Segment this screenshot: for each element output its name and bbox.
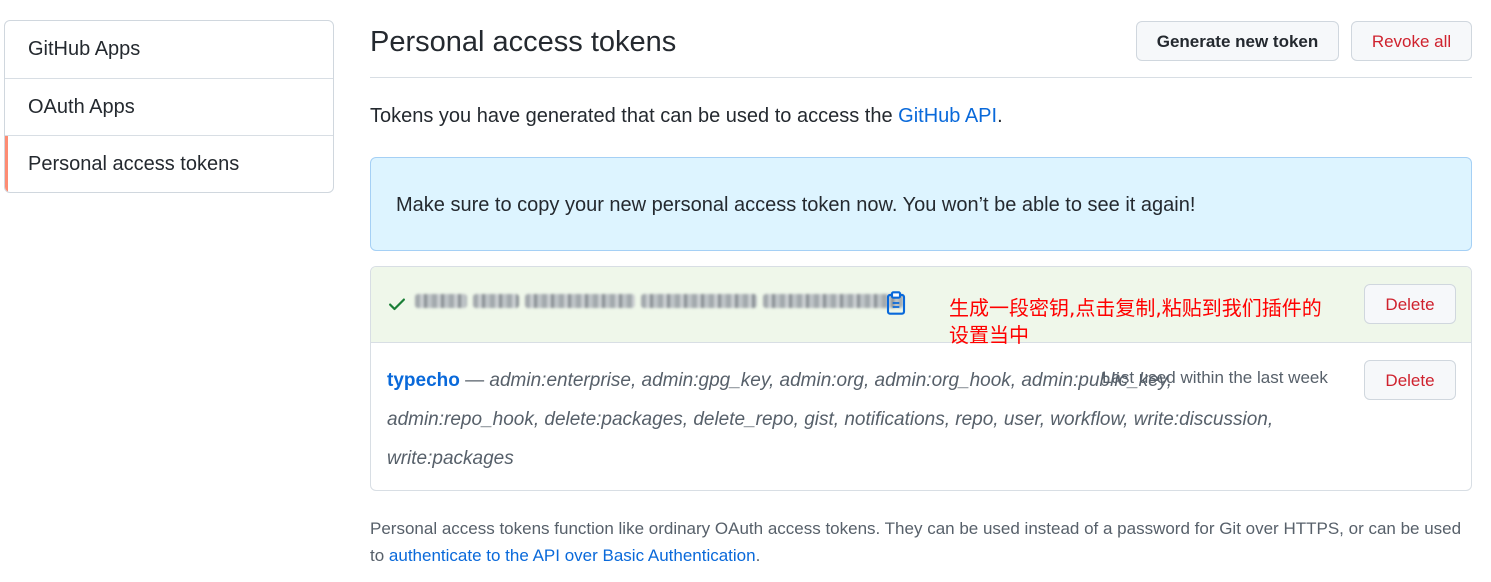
revoke-all-button[interactable]: Revoke all [1351, 21, 1472, 61]
token-separator: — [459, 370, 490, 391]
sidebar-item-label: GitHub Apps [28, 38, 141, 60]
main-content: Personal access tokens Generate new toke… [370, 0, 1472, 565]
token-value-blurred [415, 294, 903, 308]
red-annotation: 生成一段密钥,点击复制,粘贴到我们插件的 设置当中 [949, 295, 1369, 349]
copy-token-notice: Make sure to copy your new personal acce… [370, 157, 1472, 251]
page-title: Personal access tokens [370, 26, 677, 58]
page: GitHub Apps OAuth Apps Personal access t… [0, 0, 1491, 582]
sidebar-item-label: Personal access tokens [28, 153, 240, 175]
generate-new-token-button[interactable]: Generate new token [1136, 21, 1339, 61]
sidebar-item-github-apps[interactable]: GitHub Apps [5, 21, 333, 78]
check-icon [389, 298, 405, 311]
settings-sidebar: GitHub Apps OAuth Apps Personal access t… [4, 20, 334, 193]
footnote-text-after: . [755, 546, 761, 565]
sidebar-item-label: OAuth Apps [28, 96, 135, 118]
delete-token-button[interactable]: Delete [1364, 360, 1456, 400]
token-last-used: Last used within the last week [1102, 368, 1328, 387]
intro-text-before: Tokens you have generated that can be us… [370, 105, 899, 127]
delete-new-token-button[interactable]: Delete [1364, 284, 1456, 324]
clipboard-icon[interactable] [885, 291, 907, 315]
annotation-line-1: 生成一段密钥,点击复制,粘贴到我们插件的 [949, 296, 1322, 320]
footnote: Personal access tokens function like ord… [370, 515, 1472, 569]
intro-text-after: . [997, 105, 1003, 127]
sidebar-item-oauth-apps[interactable]: OAuth Apps [5, 78, 333, 135]
token-name-link[interactable]: typecho [387, 370, 460, 391]
github-api-link[interactable]: GitHub API [898, 105, 997, 127]
page-header: Personal access tokens Generate new toke… [370, 0, 1472, 78]
new-token-row: 生成一段密钥,点击复制,粘贴到我们插件的 设置当中 Delete [371, 267, 1471, 347]
intro-text: Tokens you have generated that can be us… [370, 105, 1003, 128]
basic-auth-link[interactable]: authenticate to the API over Basic Authe… [389, 546, 756, 565]
notice-message: Make sure to copy your new personal acce… [396, 194, 1196, 216]
sidebar-item-personal-access-tokens[interactable]: Personal access tokens [5, 135, 333, 192]
token-row: typecho — admin:enterprise, admin:gpg_ke… [371, 343, 1471, 490]
token-list: 生成一段密钥,点击复制,粘贴到我们插件的 设置当中 Delete typecho… [370, 266, 1472, 491]
